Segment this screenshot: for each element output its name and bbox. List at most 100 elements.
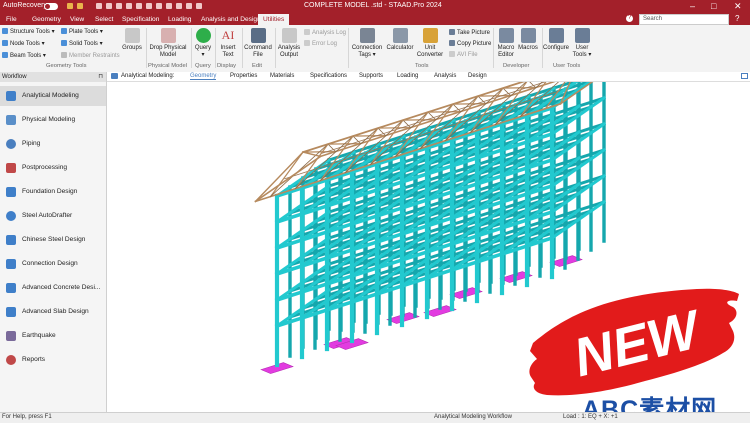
user-tools-label: User Tools	[572, 45, 589, 58]
tab-geometry[interactable]: Geometry	[190, 73, 217, 80]
insert-text-button[interactable]: AI Insert Text	[217, 28, 239, 58]
zoom-icon[interactable]	[176, 3, 182, 9]
minimize-button[interactable]: –	[690, 1, 695, 11]
ribbon: Structure Tools ▾ Node Tools ▾ Beam Tool…	[0, 25, 750, 73]
tab-specifications[interactable]: Specifications	[310, 73, 347, 79]
connection-tags-label: Connection Tags	[351, 45, 383, 58]
customize-icon[interactable]	[196, 3, 202, 9]
menu-specification[interactable]: Specification	[122, 14, 159, 25]
sidebar-item-piping[interactable]: Piping	[0, 134, 106, 154]
sidebar-item-analytical-modeling[interactable]: Analytical Modeling	[0, 86, 106, 106]
user-tools-button[interactable]: User Tools ▾	[571, 28, 593, 58]
sidebar-item-label: Advanced Slab Design	[22, 308, 89, 315]
search-icon[interactable]	[712, 15, 719, 22]
user-tools-icon	[574, 28, 590, 43]
sidebar-item-label: Earthquake	[22, 332, 56, 339]
sidebar-item-earthquake[interactable]: Earthquake	[0, 326, 106, 346]
beam-tools-label: Beam Tools	[10, 53, 42, 59]
menu-loading[interactable]: Loading	[168, 14, 191, 25]
member-restraints-button[interactable]: Member Restraints	[61, 52, 120, 59]
sidebar-item-steel-autodrafter[interactable]: Steel AutoDrafter	[0, 206, 106, 226]
print-icon[interactable]	[126, 3, 132, 9]
node-tools-button[interactable]: Node Tools ▾	[2, 40, 45, 47]
sidebar-item-advanced-concrete-design[interactable]: Advanced Concrete Desi...	[0, 278, 106, 298]
groups-button[interactable]: Groups	[121, 28, 143, 52]
calculator-button[interactable]: Calculator	[386, 28, 414, 52]
separator	[348, 28, 349, 68]
menu-select[interactable]: Select	[95, 14, 113, 25]
tab-materials[interactable]: Materials	[270, 73, 294, 79]
physical-modeling-icon	[6, 115, 16, 125]
query-button[interactable]: Query ▾	[193, 28, 213, 58]
menu-geometry[interactable]: Geometry	[32, 14, 61, 25]
drop-physical-model-button[interactable]: Drop Physical Model	[148, 28, 188, 58]
beam-tools-button[interactable]: Beam Tools ▾	[2, 52, 46, 59]
separator	[215, 28, 216, 68]
save-icon[interactable]	[116, 3, 122, 9]
sidebar-item-chinese-steel-design[interactable]: Chinese Steel Design	[0, 230, 106, 250]
close-button[interactable]: ✕	[734, 1, 742, 12]
record-icon[interactable]	[77, 3, 83, 9]
analysis-log-button[interactable]: Analysis Log	[304, 29, 346, 36]
page-icon[interactable]	[741, 73, 748, 79]
plate-tools-label: Plate Tools	[69, 29, 99, 35]
command-file-button[interactable]: Command File	[244, 28, 272, 58]
avi-file-button[interactable]: AVI File	[449, 51, 478, 58]
take-picture-button[interactable]: Take Picture	[449, 29, 490, 36]
physical-model-group-label: Physical Model	[148, 63, 187, 69]
connection-tags-button[interactable]: Connection Tags ▾	[350, 28, 384, 58]
tab-loading[interactable]: Loading	[397, 73, 418, 79]
tab-properties[interactable]: Properties	[230, 73, 257, 79]
redo-icon[interactable]	[146, 3, 152, 9]
macro-editor-label: Macro Editor	[497, 45, 515, 58]
error-log-button[interactable]: Error Log	[304, 40, 337, 47]
macro-editor-button[interactable]: Macro Editor	[495, 28, 517, 58]
configure-button[interactable]: Configure	[543, 28, 569, 52]
stop-icon[interactable]	[67, 3, 73, 9]
solid-tools-button[interactable]: Solid Tools ▾	[61, 40, 103, 47]
help-icon[interactable]: ?	[626, 15, 633, 22]
open-file-icon[interactable]	[106, 3, 112, 9]
structure-wizard-icon[interactable]	[156, 3, 162, 9]
tab-supports[interactable]: Supports	[359, 73, 383, 79]
member-restraints-label: Member Restraints	[69, 53, 120, 59]
take-picture-label: Take Picture	[457, 30, 491, 36]
structure-tools-label: Structure Tools	[10, 29, 50, 35]
sidebar-item-label: Foundation Design	[22, 188, 78, 195]
model-view[interactable]: Analytical Modeling: Geometry Properties…	[107, 72, 750, 424]
workflow-header-label: Workflow	[2, 74, 27, 80]
pin-icon[interactable]: ⊓	[98, 72, 103, 82]
maximize-button[interactable]: □	[711, 1, 716, 11]
connection-tags-icon	[359, 28, 375, 43]
menu-analysis-and-design[interactable]: Analysis and Design	[201, 14, 261, 25]
menu-utilities[interactable]: Utilities	[258, 14, 290, 25]
sidebar-item-advanced-slab-design[interactable]: Advanced Slab Design	[0, 302, 106, 322]
workflow-sidebar: Workflow ⊓ Analytical Modeling Physical …	[0, 72, 107, 412]
menu-view[interactable]: View	[70, 14, 84, 25]
sidebar-item-physical-modeling[interactable]: Physical Modeling	[0, 110, 106, 130]
run-analysis-icon[interactable]	[166, 3, 172, 9]
tab-analysis[interactable]: Analysis	[434, 73, 456, 79]
undo-icon[interactable]	[136, 3, 142, 9]
plate-tools-button[interactable]: Plate Tools ▾	[61, 28, 103, 35]
structure-tools-icon	[2, 28, 8, 34]
new-file-icon[interactable]	[96, 3, 102, 9]
menu-file[interactable]: File	[6, 14, 17, 25]
sidebar-item-foundation-design[interactable]: Foundation Design	[0, 182, 106, 202]
macros-button[interactable]: Macros	[517, 28, 539, 52]
help-toggle-icon[interactable]: ?	[735, 14, 739, 23]
foundation-design-icon	[6, 187, 16, 197]
sidebar-item-reports[interactable]: Reports	[0, 350, 106, 370]
unit-converter-button[interactable]: Unit Converter	[416, 28, 444, 58]
sidebar-item-connection-design[interactable]: Connection Design	[0, 254, 106, 274]
autorecovery-toggle[interactable]	[44, 3, 58, 10]
analysis-output-button[interactable]: Analysis Output	[277, 28, 301, 58]
structure-tools-button[interactable]: Structure Tools ▾	[2, 28, 55, 35]
sidebar-item-postprocessing[interactable]: Postprocessing	[0, 158, 106, 178]
calculator-label: Calculator	[386, 45, 414, 51]
copy-picture-button[interactable]: Copy Picture	[449, 40, 491, 47]
command-file-label: Command File	[244, 45, 272, 58]
calculator-icon	[392, 28, 408, 43]
rotate-icon[interactable]	[186, 3, 192, 9]
tab-design[interactable]: Design	[468, 73, 487, 79]
